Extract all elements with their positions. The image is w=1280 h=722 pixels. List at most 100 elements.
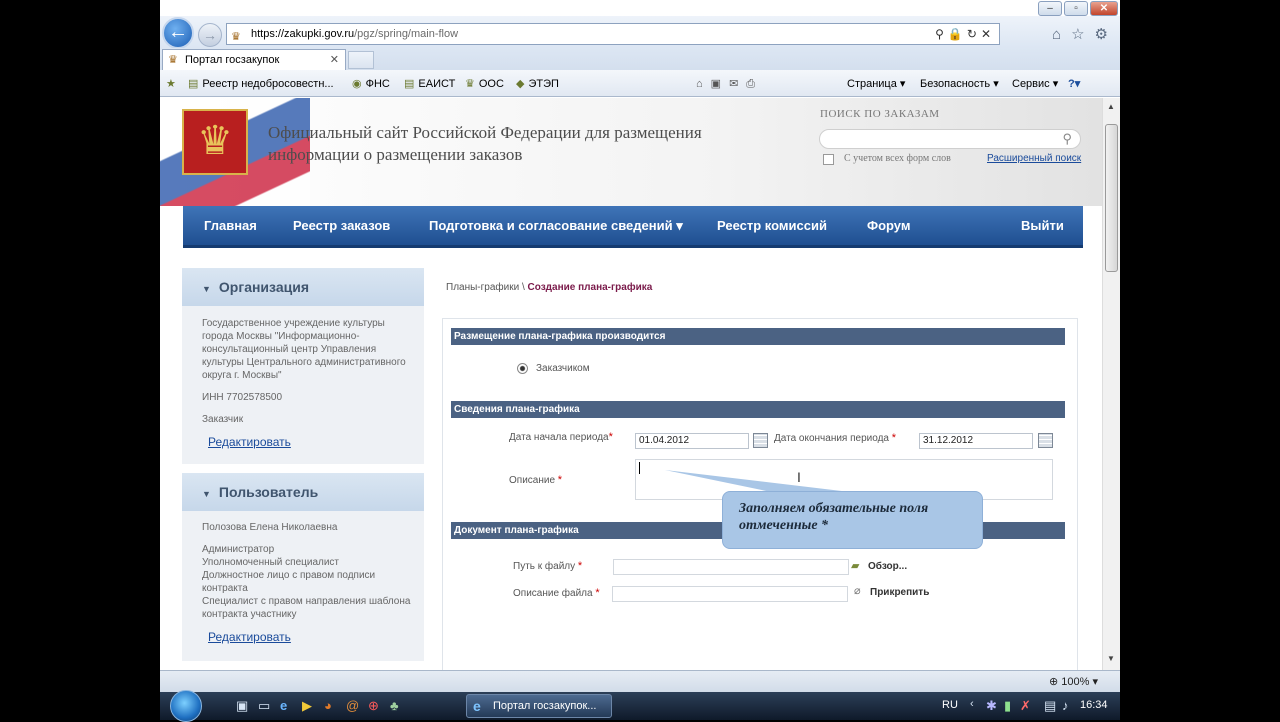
user-panel-header[interactable]: ▼ Пользователь (182, 473, 424, 511)
new-tab-button[interactable] (348, 51, 374, 69)
tab-portal[interactable]: ♛ Портал госзакупок ✕ (162, 49, 346, 70)
address-bar[interactable]: ♛ https://zakupki.gov.ru/pgz/spring/main… (226, 23, 1000, 45)
network-icon[interactable]: ▤ (1044, 698, 1056, 714)
help-icon[interactable]: ?▾ (1068, 77, 1080, 90)
maximize-button[interactable]: ▫ (1064, 1, 1088, 16)
command-service[interactable]: Сервис ▾ (1012, 77, 1058, 90)
favorite-item-fns[interactable]: ◉ ФНС (352, 77, 390, 90)
favorites-star-icon[interactable]: ★ (166, 77, 180, 90)
scroll-down-icon[interactable]: ▼ (1107, 654, 1115, 663)
start-date-label: Дата начала периода* (509, 431, 613, 443)
search-icon[interactable]: ⚲ (935, 27, 948, 41)
lock-icon[interactable]: 🔒 (948, 27, 967, 41)
back-button[interactable]: ← (162, 17, 194, 49)
zoom-level[interactable]: ⊕ 100% ▾ (1049, 675, 1098, 688)
calendar-icon[interactable] (753, 433, 768, 448)
back-arrow-icon: ← (168, 21, 188, 43)
section-placement: Размещение плана-графика производится (451, 328, 1065, 345)
volume-icon[interactable]: ♪ (1062, 698, 1069, 713)
scroll-up-icon[interactable]: ▲ (1107, 102, 1115, 111)
menu-item-commissions[interactable]: Реестр комиссий (717, 218, 827, 233)
file-description-label: Описание файла * (513, 587, 600, 599)
description-label: Описание * (509, 474, 563, 486)
taskbar-task-browser[interactable]: e Портал госзакупок... (466, 694, 612, 718)
forward-arrow-icon: → (203, 27, 217, 43)
address-row: ← → ♛ https://zakupki.gov.ru/pgz/spring/… (160, 16, 1120, 49)
language-indicator[interactable]: RU (942, 699, 958, 711)
org-role: Заказчик (202, 414, 244, 425)
window-controls: – ▫ ✕ (1038, 1, 1118, 16)
plus-icon[interactable]: ⊕ (368, 698, 379, 714)
forward-button[interactable]: → (198, 23, 222, 47)
start-date-input[interactable]: 01.04.2012 (635, 433, 749, 449)
minimize-button[interactable]: – (1038, 1, 1062, 16)
tray-battery-icon[interactable]: ▮ (1004, 698, 1011, 714)
text-caret (639, 462, 640, 474)
menu-item-forum[interactable]: Форум (867, 218, 910, 233)
user-edit-link[interactable]: Редактировать (182, 630, 424, 644)
gear-icon[interactable]: ⚙ (1095, 26, 1118, 43)
search-icon[interactable]: ⚲ (1062, 131, 1072, 147)
search-input[interactable]: ⚲ (819, 129, 1081, 149)
menu-item-home[interactable]: Главная (204, 218, 257, 233)
favorite-item-eaist[interactable]: ▤ ЕАИСТ (404, 77, 455, 90)
window-switch-icon[interactable]: ▭ (258, 698, 270, 714)
user-role: Специалист с правом направления шаблона … (202, 596, 411, 620)
advanced-search-link[interactable]: Расширенный поиск (987, 153, 1081, 164)
paperclip-icon: ⌀ (854, 585, 861, 597)
favorite-item-oos[interactable]: ♛ ООС (465, 77, 504, 90)
menu-item-orders[interactable]: Реестр заказов (293, 218, 390, 233)
end-date-input[interactable]: 31.12.2012 (919, 433, 1033, 449)
attach-button[interactable]: Прикрепить (870, 587, 929, 598)
user-role: Уполномоченный специалист (202, 557, 340, 568)
close-window-button[interactable]: ✕ (1090, 1, 1118, 16)
ie-icon: e (473, 698, 481, 714)
favorite-item-reestr[interactable]: ▤ Реестр недобросовестн... (188, 77, 334, 90)
site-favicon-icon: ♛ (231, 31, 241, 43)
vertical-scrollbar[interactable]: ▲ ▼ (1102, 98, 1120, 670)
org-edit-link[interactable]: Редактировать (182, 435, 424, 449)
print-icon[interactable]: ⎙ (746, 78, 763, 90)
clock[interactable]: 16:34 (1080, 699, 1108, 711)
calendar-icon[interactable] (1038, 433, 1053, 448)
all-forms-checkbox[interactable] (823, 154, 834, 165)
start-button[interactable] (170, 690, 202, 722)
mail-icon[interactable]: ✉ (729, 78, 746, 90)
scroll-thumb[interactable] (1105, 124, 1118, 272)
org-panel-header[interactable]: ▼ Организация (182, 268, 424, 306)
refresh-icon[interactable]: ↻ (967, 27, 981, 41)
ie-icon[interactable]: e (280, 698, 287, 713)
browse-button[interactable]: Обзор... (868, 561, 907, 572)
tray-alert-icon[interactable]: ✗ (1020, 698, 1031, 714)
firefox-icon[interactable]: ◕ (324, 698, 332, 713)
favorites-star-icon[interactable]: ☆ (1071, 26, 1094, 43)
radio-customer[interactable] (517, 363, 528, 374)
menu-item-prep[interactable]: Подготовка и согласование сведений ▾ (429, 218, 683, 234)
page-viewport: ♛ Официальный сайт Российской Федерации … (160, 98, 1102, 670)
tab-close-icon[interactable]: ✕ (330, 50, 339, 70)
home-icon[interactable]: ⌂ (696, 78, 711, 90)
tray-app-icon[interactable]: ✱ (986, 698, 997, 714)
rss-icon[interactable]: ▣ (711, 78, 729, 90)
favorite-item-etep[interactable]: ◆ ЭТЭП (516, 77, 559, 90)
page-icon: ▤ (188, 78, 199, 90)
stop-icon[interactable]: ✕ (981, 27, 995, 41)
tab-title: Портал госзакупок (185, 54, 280, 66)
user-name: Полозова Елена Николаевна (202, 522, 338, 533)
emblem-icon: ♛ (465, 78, 475, 90)
menu-item-logout[interactable]: Выйти (1021, 218, 1064, 233)
url-path: /pgz/spring/main-flow (354, 28, 459, 40)
file-path-input[interactable] (613, 559, 849, 575)
file-description-input[interactable] (612, 586, 848, 602)
command-security[interactable]: Безопасность ▾ (920, 77, 999, 90)
hint-callout: Заполняем обязательные поля отмеченные * (722, 491, 983, 549)
home-icon[interactable]: ⌂ (1052, 26, 1071, 43)
media-icon[interactable]: ▶ (302, 698, 312, 714)
app-icon[interactable]: ♣ (390, 698, 399, 713)
tray-arrow-icon[interactable]: ‹ (970, 698, 974, 710)
show-desktop-icon[interactable]: ▣ (236, 698, 248, 714)
mail-client-icon[interactable]: @ (346, 698, 359, 713)
collapse-triangle-icon: ▼ (202, 284, 211, 294)
breadcrumb-parent[interactable]: Планы-графики (446, 282, 519, 293)
command-page[interactable]: Страница ▾ (847, 77, 905, 90)
